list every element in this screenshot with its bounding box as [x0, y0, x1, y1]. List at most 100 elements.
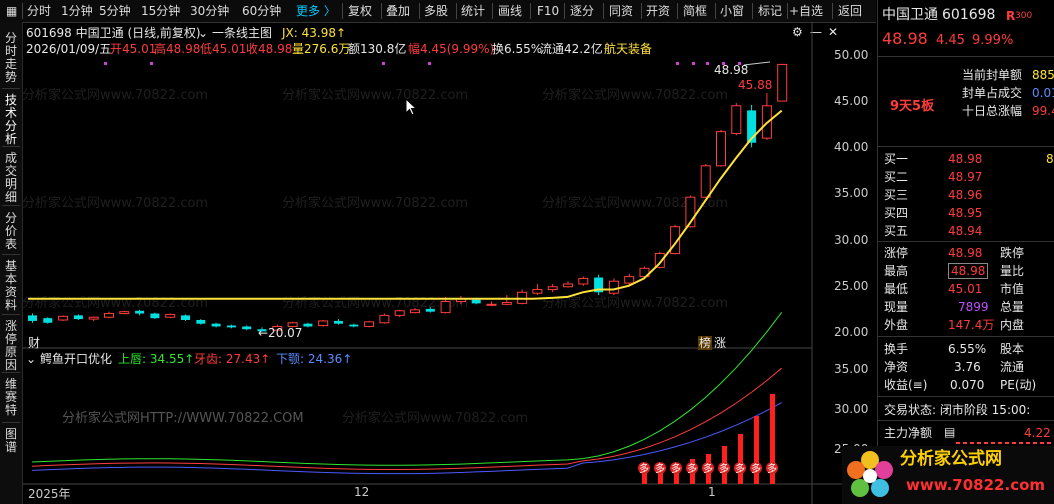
tab-price-table[interactable]: 分价表	[4, 212, 18, 251]
candle[interactable]	[731, 103, 742, 136]
candle[interactable]	[349, 323, 359, 328]
candle[interactable]	[777, 63, 788, 102]
tab-30min[interactable]: 30分钟	[190, 3, 229, 19]
overlay-button[interactable]: 叠加	[386, 3, 410, 19]
mouse-cursor-icon	[405, 98, 417, 116]
candle[interactable]	[425, 307, 435, 313]
kline-svg: 多多多多多多多多多	[22, 22, 876, 504]
stat-label: 跌停	[1000, 246, 1025, 260]
f10-button[interactable]: F10	[537, 3, 559, 19]
tab-tech-analysis[interactable]: 技术分析	[4, 94, 18, 146]
candle[interactable]	[716, 129, 726, 167]
finance-flag[interactable]: 财	[28, 336, 40, 350]
tab-graph[interactable]: 图谱	[4, 428, 18, 454]
candle[interactable]	[58, 315, 69, 321]
same-capital-button[interactable]: 同资	[609, 3, 633, 19]
tab-time-trend[interactable]: 分时走势	[4, 32, 18, 84]
simple-frame-button[interactable]: 简框	[683, 3, 707, 19]
candle[interactable]	[455, 295, 466, 305]
flow-menu-icon[interactable]: ▤	[944, 425, 955, 439]
candle[interactable]	[303, 322, 313, 328]
tab-1min[interactable]: 1分钟	[61, 3, 93, 19]
candle[interactable]	[150, 312, 160, 320]
mark-button[interactable]: 标记	[758, 3, 782, 19]
candle[interactable]	[532, 283, 543, 296]
candle[interactable]	[608, 278, 619, 296]
bid-price[interactable]: 48.97	[948, 170, 982, 184]
candle[interactable]	[761, 93, 772, 140]
stat-value: 147.4万	[948, 318, 995, 332]
candle[interactable]	[563, 281, 573, 288]
candle[interactable]	[318, 319, 329, 327]
limit-streak: 9天5板	[890, 99, 935, 114]
candle[interactable]	[486, 301, 497, 307]
tab-60min[interactable]: 60分钟	[242, 3, 281, 19]
grid-icon[interactable]: ▦	[6, 3, 17, 19]
candle[interactable]	[394, 309, 405, 318]
candle[interactable]	[88, 316, 99, 321]
candle[interactable]	[594, 274, 604, 296]
candle[interactable]	[181, 314, 190, 321]
candle[interactable]	[364, 320, 375, 328]
stat-value: 45.01	[948, 282, 983, 296]
kline-chart-area[interactable]: 分析家公式网www.70822.com 分析家公式网www.70822.com …	[22, 22, 876, 504]
candle[interactable]	[119, 310, 130, 315]
add-watchlist-button[interactable]: +自选	[789, 3, 823, 19]
stat-label: 量比	[1000, 264, 1025, 278]
candle[interactable]	[517, 289, 528, 305]
restore-rights-button[interactable]: 复权	[348, 3, 372, 19]
multi-stock-button[interactable]: 多股	[424, 3, 448, 19]
bid-label: 买四	[884, 206, 909, 220]
candle[interactable]	[501, 295, 512, 306]
tab-5min[interactable]: 5分钟	[99, 3, 131, 19]
buy-marker-text: 多	[751, 462, 761, 475]
sub-indicator-name[interactable]: 鳄鱼开口优化	[40, 352, 112, 366]
tab-trade-detail[interactable]: 成交明细	[4, 152, 18, 204]
limit-up-flag[interactable]: 涨	[714, 336, 726, 350]
candle[interactable]	[73, 314, 83, 320]
small-window-button[interactable]: 小窗	[720, 3, 744, 19]
candle[interactable]	[104, 311, 114, 319]
candle[interactable]	[135, 309, 145, 316]
tab-basic-info[interactable]: 基本资料	[4, 260, 18, 312]
candle[interactable]	[211, 322, 221, 328]
seal-label: 封单占成交	[962, 86, 1023, 100]
open-capital-button[interactable]: 开资	[646, 3, 670, 19]
candle[interactable]	[334, 319, 343, 325]
candle[interactable]	[43, 317, 53, 324]
tab-limit-up-reason[interactable]: 涨停原因	[4, 320, 18, 372]
bid-price[interactable]: 48.94	[948, 224, 982, 238]
candle[interactable]	[379, 313, 390, 324]
per-minute-button[interactable]: 逐分	[570, 3, 594, 19]
draw-line-button[interactable]: 画线	[498, 3, 522, 19]
back-button[interactable]: 返回	[838, 3, 862, 19]
rank-flag[interactable]: 榜	[698, 336, 713, 350]
candle[interactable]	[578, 276, 589, 286]
candle[interactable]	[165, 313, 176, 319]
candle[interactable]	[242, 325, 252, 331]
candle[interactable]	[700, 163, 711, 199]
candle[interactable]	[226, 324, 236, 329]
candle[interactable]	[547, 283, 558, 293]
bid-price[interactable]: 48.95	[948, 206, 982, 220]
r-badge-num: 300	[1015, 11, 1033, 21]
stat-label: 市值	[1000, 282, 1025, 296]
tab-15min[interactable]: 15分钟	[141, 3, 180, 19]
candle[interactable]	[28, 313, 37, 323]
tab-more[interactable]: 更多 〉	[296, 3, 336, 19]
candle[interactable]	[196, 319, 206, 325]
candle[interactable]	[410, 307, 420, 314]
tab-weisaite[interactable]: 维赛特	[4, 378, 18, 417]
limit-dot	[428, 62, 431, 65]
stat-label: 净资	[884, 360, 909, 374]
bid-price[interactable]: 48.98	[948, 152, 982, 166]
price-change-pct: 9.99%	[972, 33, 1014, 48]
price-axis-label: 45.00	[834, 94, 869, 108]
seal-value: 0.01	[1032, 86, 1054, 100]
sub-dropdown-icon[interactable]: ⌄	[26, 352, 36, 366]
statistics-button[interactable]: 统计	[461, 3, 485, 19]
seal-label: 十日总涨幅	[962, 104, 1023, 118]
buy-marker-text: 多	[767, 462, 777, 475]
tab-time-sharing[interactable]: 分时	[27, 3, 51, 19]
bid-price[interactable]: 48.96	[948, 188, 982, 202]
